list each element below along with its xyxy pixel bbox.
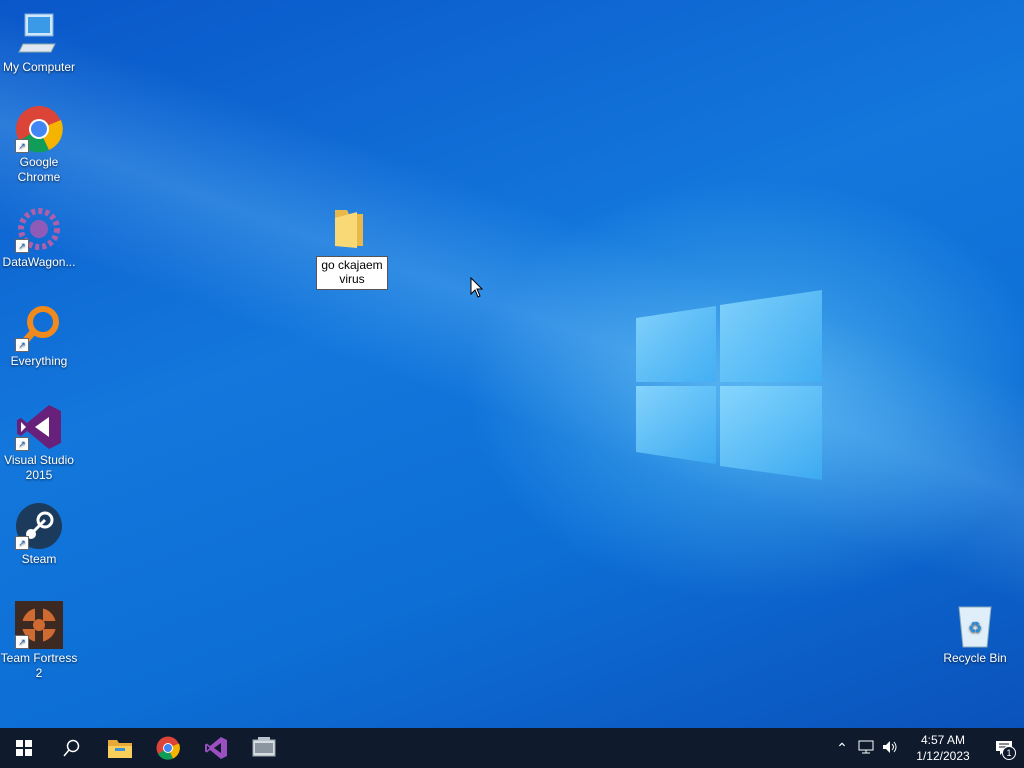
- desktop-icon-label: Steam: [21, 552, 57, 566]
- desktop-icon-everything[interactable]: ↗ Everything: [0, 304, 78, 369]
- desktop-icon-label: Google Chrome: [17, 155, 61, 184]
- shortcut-arrow-icon: ↗: [15, 139, 29, 153]
- desktop-icon-label: My Computer: [2, 60, 76, 74]
- shortcut-arrow-icon: ↗: [15, 536, 29, 550]
- action-center-button[interactable]: 1: [984, 728, 1024, 768]
- recycle-bin-icon: ♻: [951, 601, 999, 649]
- desktop-icon-label: DataWagon...: [2, 255, 76, 269]
- chevron-up-icon[interactable]: ⌃: [830, 740, 854, 757]
- desktop-icon-label: Team Fortress 2: [0, 651, 78, 680]
- app-window-icon: [252, 737, 276, 757]
- steam-icon: ↗: [15, 502, 63, 550]
- everything-search-icon: ↗: [15, 304, 63, 352]
- visual-studio-icon: ↗: [15, 403, 63, 451]
- search-icon: [63, 739, 80, 757]
- desktop-icon-label: Recycle Bin: [943, 651, 1007, 665]
- desktop-icon-label: Visual Studio 2015: [4, 453, 74, 482]
- search-button[interactable]: [48, 728, 96, 768]
- desktop-icon-google-chrome[interactable]: ↗ Google Chrome: [0, 105, 78, 185]
- folder-rename-input[interactable]: go ckajaem virus: [316, 256, 388, 290]
- notification-badge: 1: [1002, 746, 1016, 760]
- desktop-icon-label: Everything: [10, 354, 68, 368]
- visual-studio-icon: [205, 737, 227, 759]
- folder-icon[interactable]: [333, 208, 365, 250]
- shortcut-arrow-icon: ↗: [15, 635, 29, 649]
- file-explorer-icon: [108, 740, 132, 758]
- taskbar-app[interactable]: [240, 728, 288, 768]
- chrome-icon: [156, 736, 180, 760]
- network-icon[interactable]: [854, 740, 878, 757]
- volume-icon[interactable]: [878, 740, 902, 757]
- desktop-icon-steam[interactable]: ↗ Steam: [0, 502, 78, 567]
- team-fortress-icon: ↗: [15, 601, 63, 649]
- desktop-icon-recycle-bin[interactable]: ♻ Recycle Bin: [936, 601, 1014, 666]
- shortcut-arrow-icon: ↗: [15, 239, 29, 253]
- start-button[interactable]: [0, 728, 48, 768]
- datawagon-icon: ↗: [15, 205, 63, 253]
- clock[interactable]: 4:57 AM 1/12/2023: [908, 732, 978, 764]
- taskbar-visual-studio[interactable]: [192, 728, 240, 768]
- windows-wallpaper-logo: [636, 290, 822, 480]
- clock-date: 1/12/2023: [916, 749, 970, 763]
- mouse-cursor-icon: [470, 277, 484, 298]
- wallpaper-light-beam: [0, 0, 1024, 728]
- chrome-icon: ↗: [15, 105, 63, 153]
- desktop-icon-team-fortress-2[interactable]: ↗ Team Fortress 2: [0, 601, 78, 681]
- desktop-icon-my-computer[interactable]: My Computer: [0, 10, 78, 75]
- shortcut-arrow-icon: ↗: [15, 338, 29, 352]
- taskbar: ⌃ 4:57 AM 1/12/2023 1: [0, 728, 1024, 768]
- svg-text:♻: ♻: [968, 618, 982, 637]
- taskbar-file-explorer[interactable]: [96, 728, 144, 768]
- taskbar-chrome[interactable]: [144, 728, 192, 768]
- windows-start-icon: [16, 740, 32, 756]
- desktop-icon-visual-studio[interactable]: ↗ Visual Studio 2015: [0, 403, 78, 483]
- system-tray: ⌃ 4:57 AM 1/12/2023 1: [830, 728, 1024, 768]
- shortcut-arrow-icon: ↗: [15, 437, 29, 451]
- computer-icon: [15, 10, 63, 58]
- clock-time: 4:57 AM: [920, 733, 966, 747]
- desktop-icon-datawagon[interactable]: ↗ DataWagon...: [0, 205, 78, 270]
